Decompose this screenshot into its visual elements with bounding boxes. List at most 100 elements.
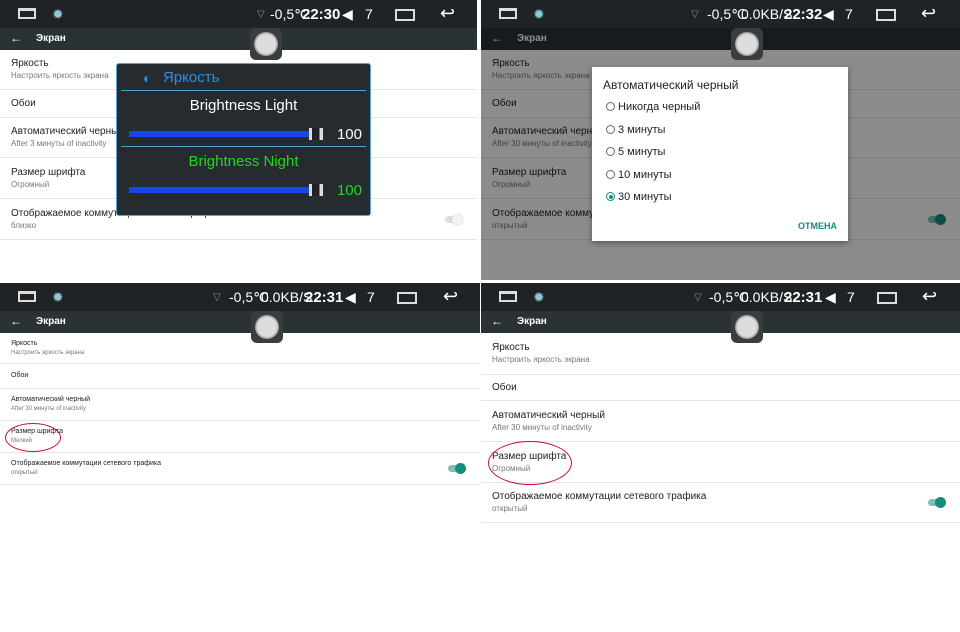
radio-button[interactable] [606, 102, 615, 111]
status-bar: ✹ ▽ -0,5℃ 0.0KB/S 22:31 ◀ 7 ↩ [0, 283, 480, 311]
settings-gear-icon[interactable]: ✹ [52, 289, 64, 306]
brightness-icon: ◐ [143, 70, 152, 86]
settings-row[interactable]: Автоматический черный After 30 минуты of … [0, 389, 480, 421]
floating-assistive-button[interactable] [731, 28, 763, 60]
row-title: Отображаемое коммутации сетевого трафика [492, 491, 707, 502]
row-subtitle: After 3 минуты of inactivity [11, 139, 107, 148]
settings-row[interactable]: Отображаемое коммутации сетевого трафика… [0, 453, 480, 485]
row-title: Автоматический черный [492, 409, 605, 421]
option-label: Никогда черный [618, 101, 701, 113]
brightness-light-slider[interactable] [129, 131, 309, 137]
home-icon[interactable] [499, 8, 517, 19]
screen-panel: ✹ ▽ -0,5℃ 0.0KB/S 22:31 ◀ 7 ↩ ← Экран Яркость Настр… [0, 283, 480, 632]
back-arrow-icon[interactable]: ← [10, 314, 22, 328]
row-subtitle: открытый [492, 504, 528, 513]
cancel-button[interactable]: ОТМЕНА [798, 221, 837, 231]
radio-option[interactable]: 3 минуты [606, 124, 665, 136]
clock-text: 22:32 [784, 6, 823, 23]
page-title: Экран [36, 33, 66, 44]
settings-row[interactable]: Размер шрифта Мелкий [0, 421, 480, 453]
wifi-icon: ▽ [257, 9, 265, 20]
settings-row[interactable]: Отображаемое коммутации сетевого трафика… [481, 483, 960, 523]
settings-gear-icon[interactable]: ✹ [52, 6, 64, 23]
volume-icon[interactable]: ◀ [823, 6, 834, 23]
recent-apps-icon[interactable] [877, 292, 897, 304]
auto-black-dialog: Автоматический черный Никогда черный 3 мин… [592, 67, 848, 241]
back-arrow-icon[interactable]: ← [10, 31, 22, 45]
recent-apps-icon[interactable] [397, 292, 417, 304]
network-traffic-toggle[interactable] [928, 497, 946, 508]
radio-button[interactable] [606, 169, 615, 179]
recent-apps-icon[interactable] [395, 9, 415, 21]
slider-thumb[interactable] [309, 184, 323, 196]
radio-button[interactable] [606, 147, 615, 156]
row-subtitle: Настроить яркость экрана [11, 71, 109, 80]
screen-panel: ✹ ▽ -0,5℃ 22:30 ◀ 7 ↩ ← Экран Яркость Настроить яр… [0, 0, 477, 280]
brightness-night-slider[interactable] [129, 187, 309, 193]
wifi-icon: ▽ [213, 292, 221, 303]
home-icon[interactable] [18, 291, 36, 302]
clock-text: 22:31 [305, 289, 344, 306]
floating-assistive-button[interactable] [250, 28, 282, 60]
volume-level-text: 7 [367, 289, 375, 305]
row-subtitle: Огромный [11, 179, 50, 189]
row-title: Автоматический черный [11, 396, 91, 403]
recent-apps-icon[interactable] [876, 9, 896, 21]
status-bar: ✹ ▽ -0,5℃ 0.0KB/S 22:31 ◀ 7 ↩ [481, 283, 960, 311]
home-icon[interactable] [499, 291, 517, 302]
clock-text: 22:30 [302, 6, 341, 23]
brightness-night-label: Brightness Night [188, 153, 299, 170]
home-icon[interactable] [18, 8, 36, 19]
slider-thumb[interactable] [309, 128, 323, 140]
settings-gear-icon[interactable]: ✹ [533, 289, 545, 306]
screen-panel: ✹ ▽ -0,5℃ 0.0KB/S 22:32 ◀ 7 ↩ ← Экран Яркость Настр… [481, 0, 960, 280]
settings-row[interactable]: Обои [481, 375, 960, 401]
settings-row[interactable]: Обои [0, 364, 480, 389]
back-arrow-icon[interactable]: ← [491, 314, 503, 328]
back-nav-icon[interactable]: ↩ [443, 286, 458, 307]
volume-icon[interactable]: ◀ [345, 289, 356, 306]
back-nav-icon[interactable]: ↩ [440, 3, 455, 24]
row-subtitle: открытый [11, 470, 38, 476]
row-title: Яркость [11, 58, 49, 69]
radio-button[interactable] [606, 192, 615, 201]
row-subtitle: Настроить яркость экрана [492, 355, 590, 364]
row-title: Обои [11, 98, 36, 109]
floating-assistive-button[interactable] [731, 311, 763, 343]
screen-panel: ✹ ▽ -0,5℃ 0.0KB/S 22:31 ◀ 7 ↩ ← Экран Яркость Настр… [481, 283, 960, 632]
volume-level-text: 7 [847, 289, 855, 305]
radio-option[interactable]: 5 минуты [606, 146, 665, 158]
radio-option[interactable]: Никогда черный [606, 101, 700, 113]
option-label: 3 минуты [618, 123, 666, 136]
settings-row[interactable]: Автоматический черный After 30 минуты of … [481, 401, 960, 442]
volume-icon[interactable]: ◀ [342, 6, 353, 23]
highlight-ellipse [488, 441, 572, 485]
highlight-ellipse [5, 423, 61, 452]
row-title: Размер шрифта [11, 166, 86, 178]
radio-option[interactable]: 10 минуты [606, 169, 672, 181]
row-title: Яркость [11, 339, 38, 347]
radio-button[interactable] [606, 124, 615, 134]
settings-row[interactable]: Яркость Настроить яркость экрана [0, 333, 480, 364]
volume-level-text: 7 [845, 6, 853, 22]
title-bar: ← Экран [481, 311, 960, 333]
network-traffic-toggle[interactable] [445, 213, 463, 225]
row-title: Отображаемое коммутации сетевого трафика [11, 460, 162, 467]
back-nav-icon[interactable]: ↩ [921, 3, 936, 24]
floating-assistive-button[interactable] [251, 311, 283, 343]
settings-row[interactable]: Яркость Настроить яркость экрана [481, 333, 960, 375]
row-title: Автоматический черный [11, 126, 124, 137]
row-title: Обои [11, 372, 29, 379]
option-label: 30 минуты [618, 191, 672, 203]
row-subtitle: близко [11, 220, 37, 230]
settings-gear-icon[interactable]: ✹ [533, 6, 545, 23]
radio-option[interactable]: 30 минуты [606, 191, 672, 203]
wifi-icon: ▽ [694, 292, 702, 303]
network-traffic-toggle[interactable] [448, 463, 466, 474]
back-nav-icon[interactable]: ↩ [922, 286, 937, 307]
page-title: Экран [517, 316, 547, 327]
volume-icon[interactable]: ◀ [825, 289, 836, 306]
brightness-light-label: Brightness Light [189, 97, 298, 114]
brightness-night-value: 100 [336, 182, 362, 199]
status-bar: ✹ ▽ -0,5℃ 0.0KB/S 22:32 ◀ 7 ↩ [481, 0, 960, 28]
